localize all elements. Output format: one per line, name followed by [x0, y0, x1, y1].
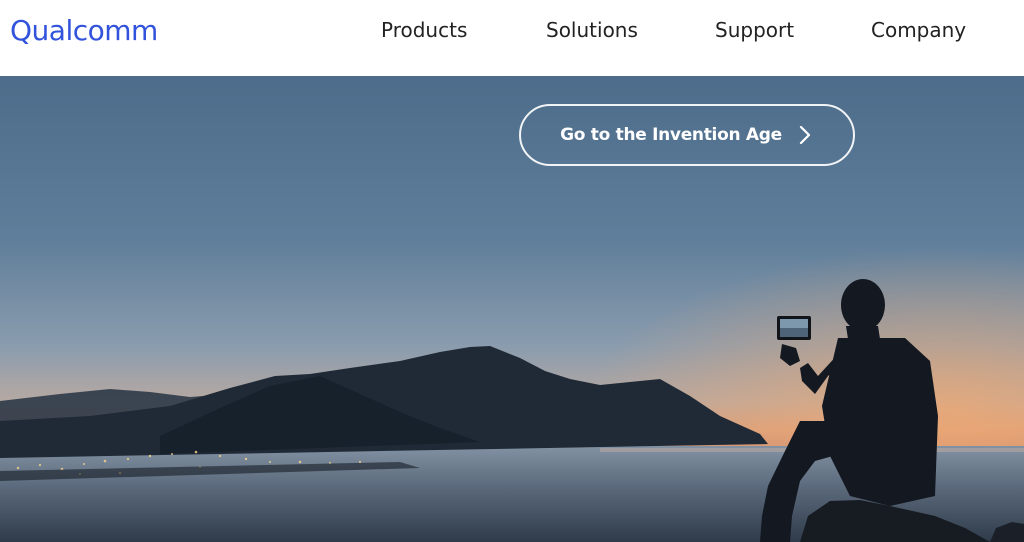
site-header: Qualcomm Products Solutions Support Comp… — [0, 0, 1024, 76]
nav-item-products[interactable]: Products — [381, 18, 467, 42]
cta-label: Go to the Invention Age — [560, 125, 782, 145]
qualcomm-logo[interactable]: Qualcomm — [10, 14, 158, 47]
nav-item-support[interactable]: Support — [715, 18, 794, 42]
tablet-icon — [777, 316, 811, 340]
chevron-right-icon — [799, 125, 810, 145]
nav-item-solutions[interactable]: Solutions — [546, 18, 638, 42]
nav-item-company[interactable]: Company — [871, 18, 966, 42]
hero-banner: Go to the Invention Age — [0, 76, 1024, 542]
hero-image — [0, 76, 1024, 542]
invention-age-button[interactable]: Go to the Invention Age — [519, 104, 855, 166]
